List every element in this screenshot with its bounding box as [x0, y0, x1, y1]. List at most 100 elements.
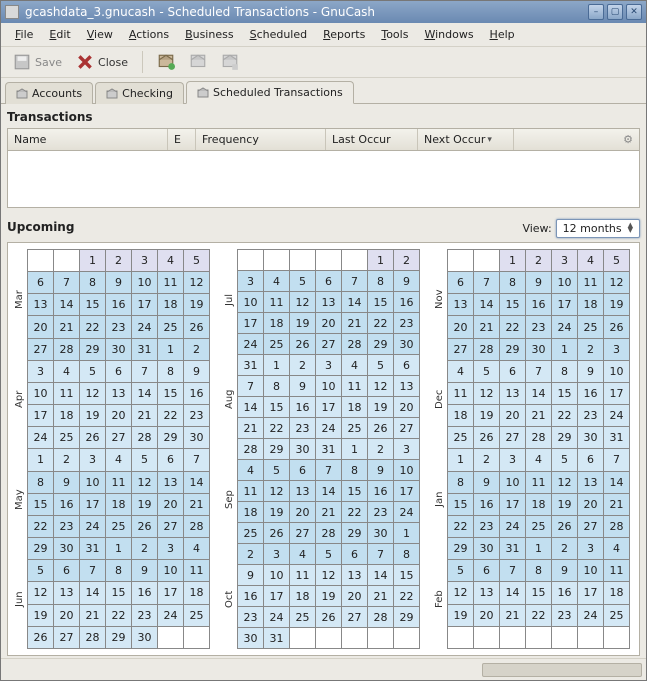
calendar-cell[interactable]: 1 — [448, 449, 474, 471]
calendar-cell[interactable] — [604, 626, 630, 648]
calendar-cell[interactable]: 5 — [368, 355, 394, 376]
calendar-cell[interactable]: 30 — [578, 427, 604, 449]
calendar-cell[interactable] — [394, 628, 420, 649]
calendar-cell[interactable]: 24 — [132, 316, 158, 338]
calendar-cell[interactable] — [264, 250, 290, 271]
calendar-cell[interactable]: 19 — [132, 493, 158, 515]
calendar-cell[interactable]: 22 — [500, 316, 526, 338]
calendar-cell[interactable]: 5 — [448, 560, 474, 582]
calendar-cell[interactable]: 18 — [578, 294, 604, 316]
calendar-cell[interactable]: 31 — [264, 628, 290, 649]
menu-reports[interactable]: Reports — [317, 26, 371, 43]
calendar-cell[interactable]: 24 — [604, 405, 630, 427]
calendar-cell[interactable]: 12 — [80, 382, 106, 404]
calendar-cell[interactable]: 14 — [368, 565, 394, 586]
menu-tools[interactable]: Tools — [375, 26, 414, 43]
calendar-cell[interactable]: 29 — [264, 439, 290, 460]
calendar-cell[interactable]: 4 — [106, 449, 132, 471]
calendar-cell[interactable] — [578, 626, 604, 648]
calendar-cell[interactable]: 14 — [238, 397, 264, 418]
calendar-cell[interactable]: 17 — [316, 397, 342, 418]
calendar-cell[interactable]: 2 — [474, 449, 500, 471]
calendar-cell[interactable]: 28 — [184, 515, 210, 537]
calendar-cell[interactable] — [500, 626, 526, 648]
calendar-cell[interactable]: 8 — [158, 360, 184, 382]
calendar-cell[interactable]: 12 — [316, 565, 342, 586]
titlebar[interactable]: gcashdata_3.gnucash - Scheduled Transact… — [1, 1, 646, 23]
calendar-cell[interactable]: 22 — [368, 313, 394, 334]
close-window-button[interactable]: ✕ — [626, 4, 642, 20]
calendar-cell[interactable] — [342, 628, 368, 649]
calendar-cell[interactable]: 23 — [474, 515, 500, 537]
calendar-cell[interactable]: 29 — [448, 538, 474, 560]
calendar-cell[interactable]: 3 — [604, 338, 630, 360]
calendar-cell[interactable]: 12 — [474, 382, 500, 404]
calendar-cell[interactable]: 30 — [474, 538, 500, 560]
calendar-cell[interactable]: 30 — [184, 427, 210, 449]
calendar-cell[interactable]: 26 — [184, 316, 210, 338]
calendar-cell[interactable] — [526, 626, 552, 648]
calendar-cell[interactable]: 14 — [342, 292, 368, 313]
calendar-cell[interactable]: 15 — [368, 292, 394, 313]
calendar-cell[interactable]: 9 — [290, 376, 316, 397]
calendar-cell[interactable]: 12 — [368, 376, 394, 397]
calendar-cell[interactable]: 28 — [54, 338, 80, 360]
calendar-cell[interactable]: 5 — [28, 560, 54, 582]
calendar-cell[interactable]: 6 — [54, 560, 80, 582]
calendar-cell[interactable]: 9 — [238, 565, 264, 586]
calendar-cell[interactable]: 13 — [474, 582, 500, 604]
calendar-cell[interactable]: 1 — [526, 538, 552, 560]
calendar-cell[interactable]: 11 — [106, 471, 132, 493]
calendar-cell[interactable]: 16 — [578, 382, 604, 404]
calendar-cell[interactable]: 4 — [578, 250, 604, 272]
calendar-cell[interactable]: 25 — [578, 316, 604, 338]
calendar-cell[interactable]: 27 — [500, 427, 526, 449]
menu-file[interactable]: File — [9, 26, 39, 43]
calendar-cell[interactable]: 13 — [578, 471, 604, 493]
calendar-cell[interactable]: 16 — [394, 292, 420, 313]
calendar-cell[interactable]: 3 — [238, 271, 264, 292]
calendar-cell[interactable]: 5 — [80, 360, 106, 382]
calendar-cell[interactable]: 15 — [526, 582, 552, 604]
calendar-cell[interactable]: 21 — [500, 604, 526, 626]
calendar-cell[interactable]: 25 — [342, 418, 368, 439]
calendar-cell[interactable]: 12 — [264, 481, 290, 502]
calendar-cell[interactable]: 17 — [132, 294, 158, 316]
calendar-cell[interactable]: 6 — [290, 460, 316, 481]
calendar-cell[interactable]: 27 — [28, 338, 54, 360]
calendar-cell[interactable]: 9 — [526, 272, 552, 294]
menu-view[interactable]: View — [81, 26, 119, 43]
calendar-cell[interactable]: 8 — [106, 560, 132, 582]
calendar-cell[interactable]: 30 — [290, 439, 316, 460]
calendar-cell[interactable]: 20 — [290, 502, 316, 523]
calendar-cell[interactable]: 19 — [552, 493, 578, 515]
calendar-cell[interactable]: 17 — [158, 582, 184, 604]
calendar-cell[interactable]: 4 — [290, 544, 316, 565]
calendar-cell[interactable]: 31 — [500, 538, 526, 560]
calendar-cell[interactable]: 8 — [394, 544, 420, 565]
calendar-cell[interactable]: 29 — [158, 427, 184, 449]
calendar-cell[interactable]: 25 — [54, 427, 80, 449]
calendar-cell[interactable]: 12 — [448, 582, 474, 604]
calendar-cell[interactable]: 22 — [552, 405, 578, 427]
calendar-cell[interactable]: 6 — [28, 272, 54, 294]
calendar-cell[interactable]: 12 — [184, 272, 210, 294]
calendar-cell[interactable]: 23 — [290, 418, 316, 439]
calendar-cell[interactable]: 1 — [342, 439, 368, 460]
calendar-cell[interactable]: 4 — [342, 355, 368, 376]
calendar-cell[interactable]: 26 — [316, 607, 342, 628]
calendar-cell[interactable]: 21 — [80, 604, 106, 626]
calendar-cell[interactable]: 21 — [238, 418, 264, 439]
calendar-cell[interactable]: 23 — [368, 502, 394, 523]
calendar-cell[interactable]: 23 — [184, 405, 210, 427]
calendar-cell[interactable]: 14 — [80, 582, 106, 604]
calendar-cell[interactable]: 25 — [238, 523, 264, 544]
calendar-cell[interactable]: 2 — [578, 338, 604, 360]
calendar-cell[interactable]: 1 — [500, 250, 526, 272]
calendar-cell[interactable]: 19 — [28, 604, 54, 626]
calendar-cell[interactable]: 10 — [80, 471, 106, 493]
calendar-cell[interactable] — [316, 628, 342, 649]
calendar-cell[interactable] — [316, 250, 342, 271]
calendar-cell[interactable]: 12 — [132, 471, 158, 493]
col-options[interactable]: ⚙ — [514, 129, 639, 150]
